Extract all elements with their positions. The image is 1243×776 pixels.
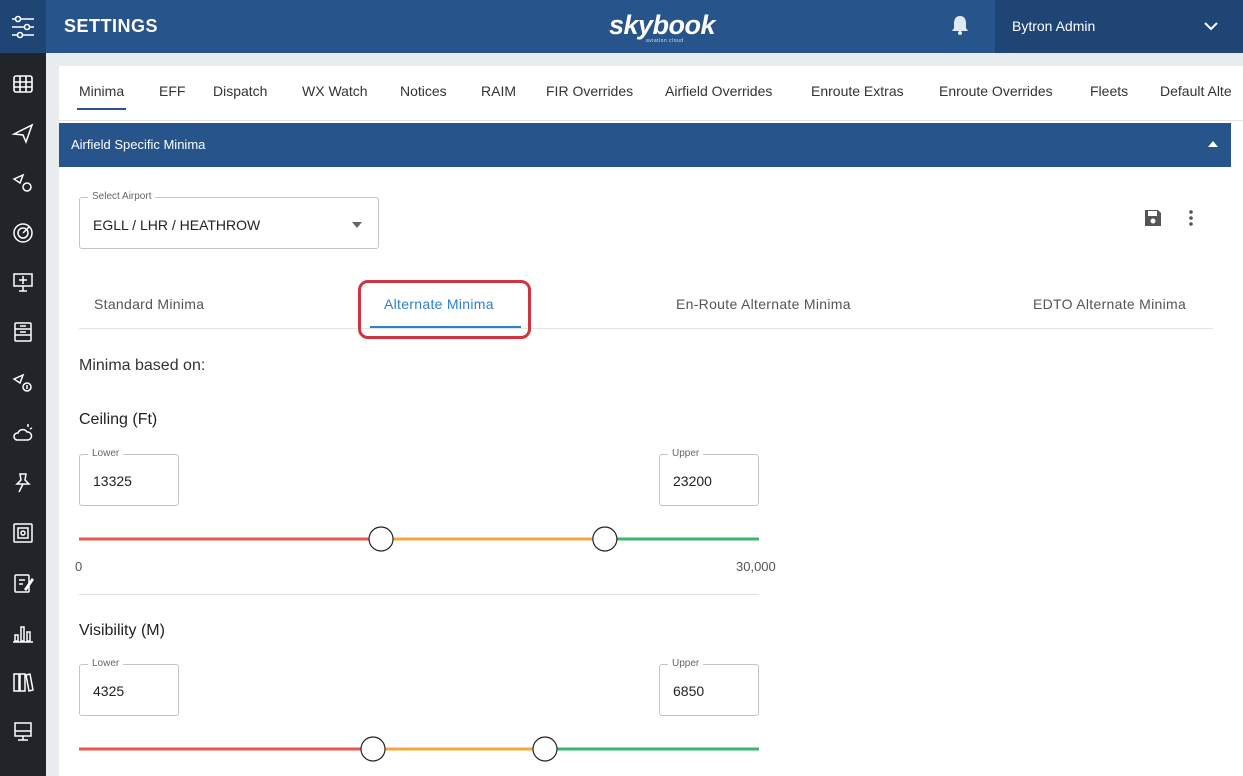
collapse-caret-icon[interactable] [1207, 140, 1219, 148]
tab-enroute-extras[interactable]: Enroute Extras [811, 83, 904, 99]
ceiling-lower-label: Lower [88, 448, 124, 459]
tab-dispatch[interactable]: Dispatch [213, 83, 267, 99]
ceiling-upper-value: 23200 [673, 473, 712, 489]
tab-minima[interactable]: Minima [76, 83, 127, 110]
subtab-standard-minima[interactable]: Standard Minima [94, 296, 204, 312]
user-menu[interactable]: Bytron Admin [995, 0, 1243, 53]
library-icon[interactable] [11, 670, 35, 694]
sliders-icon-svg [12, 15, 34, 38]
bell-icon[interactable] [950, 14, 970, 36]
tab-fleets[interactable]: Fleets [1090, 83, 1128, 99]
flight-route-icon[interactable] [11, 171, 35, 195]
sidebar [0, 53, 46, 776]
section-divider [79, 594, 759, 595]
radar-icon[interactable] [11, 221, 35, 245]
tab-eff[interactable]: EFF [159, 83, 185, 99]
minima-based-on-label: Minima based on: [79, 357, 206, 374]
subtab-edto-alternate-minima[interactable]: EDTO Alternate Minima [1033, 296, 1186, 312]
visibility-lower-label: Lower [88, 658, 124, 669]
skybook-logo: skybook [609, 10, 716, 40]
tab-enroute-overrides[interactable]: Enroute Overrides [939, 83, 1053, 99]
top-bar: SETTINGS skybook aviation cloud Bytron A… [0, 0, 1243, 53]
tab-default-alternates[interactable]: Default Alte [1160, 83, 1232, 99]
visibility-lower-value: 4325 [93, 683, 125, 699]
presentation-icon[interactable] [11, 270, 35, 294]
user-name: Bytron Admin [1012, 18, 1096, 34]
minima-type-tabs: Standard Minima Alternate Minima En-Rout… [79, 281, 1213, 329]
panel-title: Airfield Specific Minima [71, 137, 206, 152]
dropdown-caret-icon [352, 222, 362, 228]
settings-content: Minima EFF Dispatch WX Watch Notices RAI… [59, 66, 1243, 776]
ceiling-max-label: 30,000 [736, 559, 776, 574]
ceiling-lower-handle[interactable] [368, 526, 394, 552]
document-list-icon[interactable] [11, 320, 35, 344]
pin-icon[interactable] [11, 471, 35, 495]
ceiling-upper-label: Upper [668, 448, 704, 459]
app-title: SETTINGS [64, 16, 159, 36]
ceiling-lower-field[interactable]: Lower 13325 [79, 448, 179, 506]
highlight-annotation [358, 280, 531, 339]
settings-sliders-icon[interactable] [0, 0, 46, 53]
bar-chart-icon[interactable] [11, 621, 35, 645]
airport-select[interactable]: Select Airport EGLL / LHR / HEATHROW [79, 191, 379, 249]
airport-select-label: Select Airport [88, 191, 156, 202]
safe-icon[interactable] [11, 521, 35, 545]
tab-airfield-overrides[interactable]: Airfield Overrides [665, 83, 772, 99]
visibility-range-slider[interactable] [71, 734, 771, 764]
subtab-enroute-alternate-minima[interactable]: En-Route Alternate Minima [676, 296, 851, 312]
visibility-upper-field[interactable]: Upper 6850 [659, 658, 759, 716]
more-vertical-icon[interactable] [1184, 208, 1198, 228]
settings-tabs: Minima EFF Dispatch WX Watch Notices RAI… [59, 66, 1243, 121]
panel-header[interactable]: Airfield Specific Minima [59, 123, 1231, 167]
grid-icon[interactable] [11, 72, 35, 96]
ceiling-min-label: 0 [75, 559, 83, 574]
tab-wx-watch[interactable]: WX Watch [302, 83, 368, 99]
visibility-lower-field[interactable]: Lower 4325 [79, 658, 179, 716]
visibility-title: Visibility (M) [79, 622, 165, 639]
monitor-icon[interactable] [11, 720, 35, 744]
visibility-upper-handle[interactable] [532, 736, 558, 762]
visibility-upper-label: Upper [668, 658, 704, 669]
chevron-down-icon[interactable] [1203, 17, 1219, 33]
edit-document-icon[interactable] [11, 571, 35, 595]
save-icon[interactable] [1144, 209, 1162, 227]
airport-select-value: EGLL / LHR / HEATHROW [93, 217, 261, 233]
ceiling-lower-value: 13325 [93, 473, 132, 489]
plane-icon[interactable] [11, 121, 35, 145]
tab-notices[interactable]: Notices [400, 83, 447, 99]
flight-plan-icon[interactable] [11, 371, 35, 395]
logo-subtitle: aviation cloud [646, 38, 684, 44]
visibility-lower-handle[interactable] [360, 736, 386, 762]
ceiling-upper-handle[interactable] [592, 526, 618, 552]
tab-fir-overrides[interactable]: FIR Overrides [546, 83, 633, 99]
ceiling-range-slider[interactable] [71, 524, 771, 554]
weather-icon[interactable] [11, 421, 35, 445]
tab-raim[interactable]: RAIM [481, 83, 516, 99]
ceiling-upper-field[interactable]: Upper 23200 [659, 448, 759, 506]
ceiling-title: Ceiling (Ft) [79, 411, 158, 428]
visibility-upper-value: 6850 [673, 683, 705, 699]
